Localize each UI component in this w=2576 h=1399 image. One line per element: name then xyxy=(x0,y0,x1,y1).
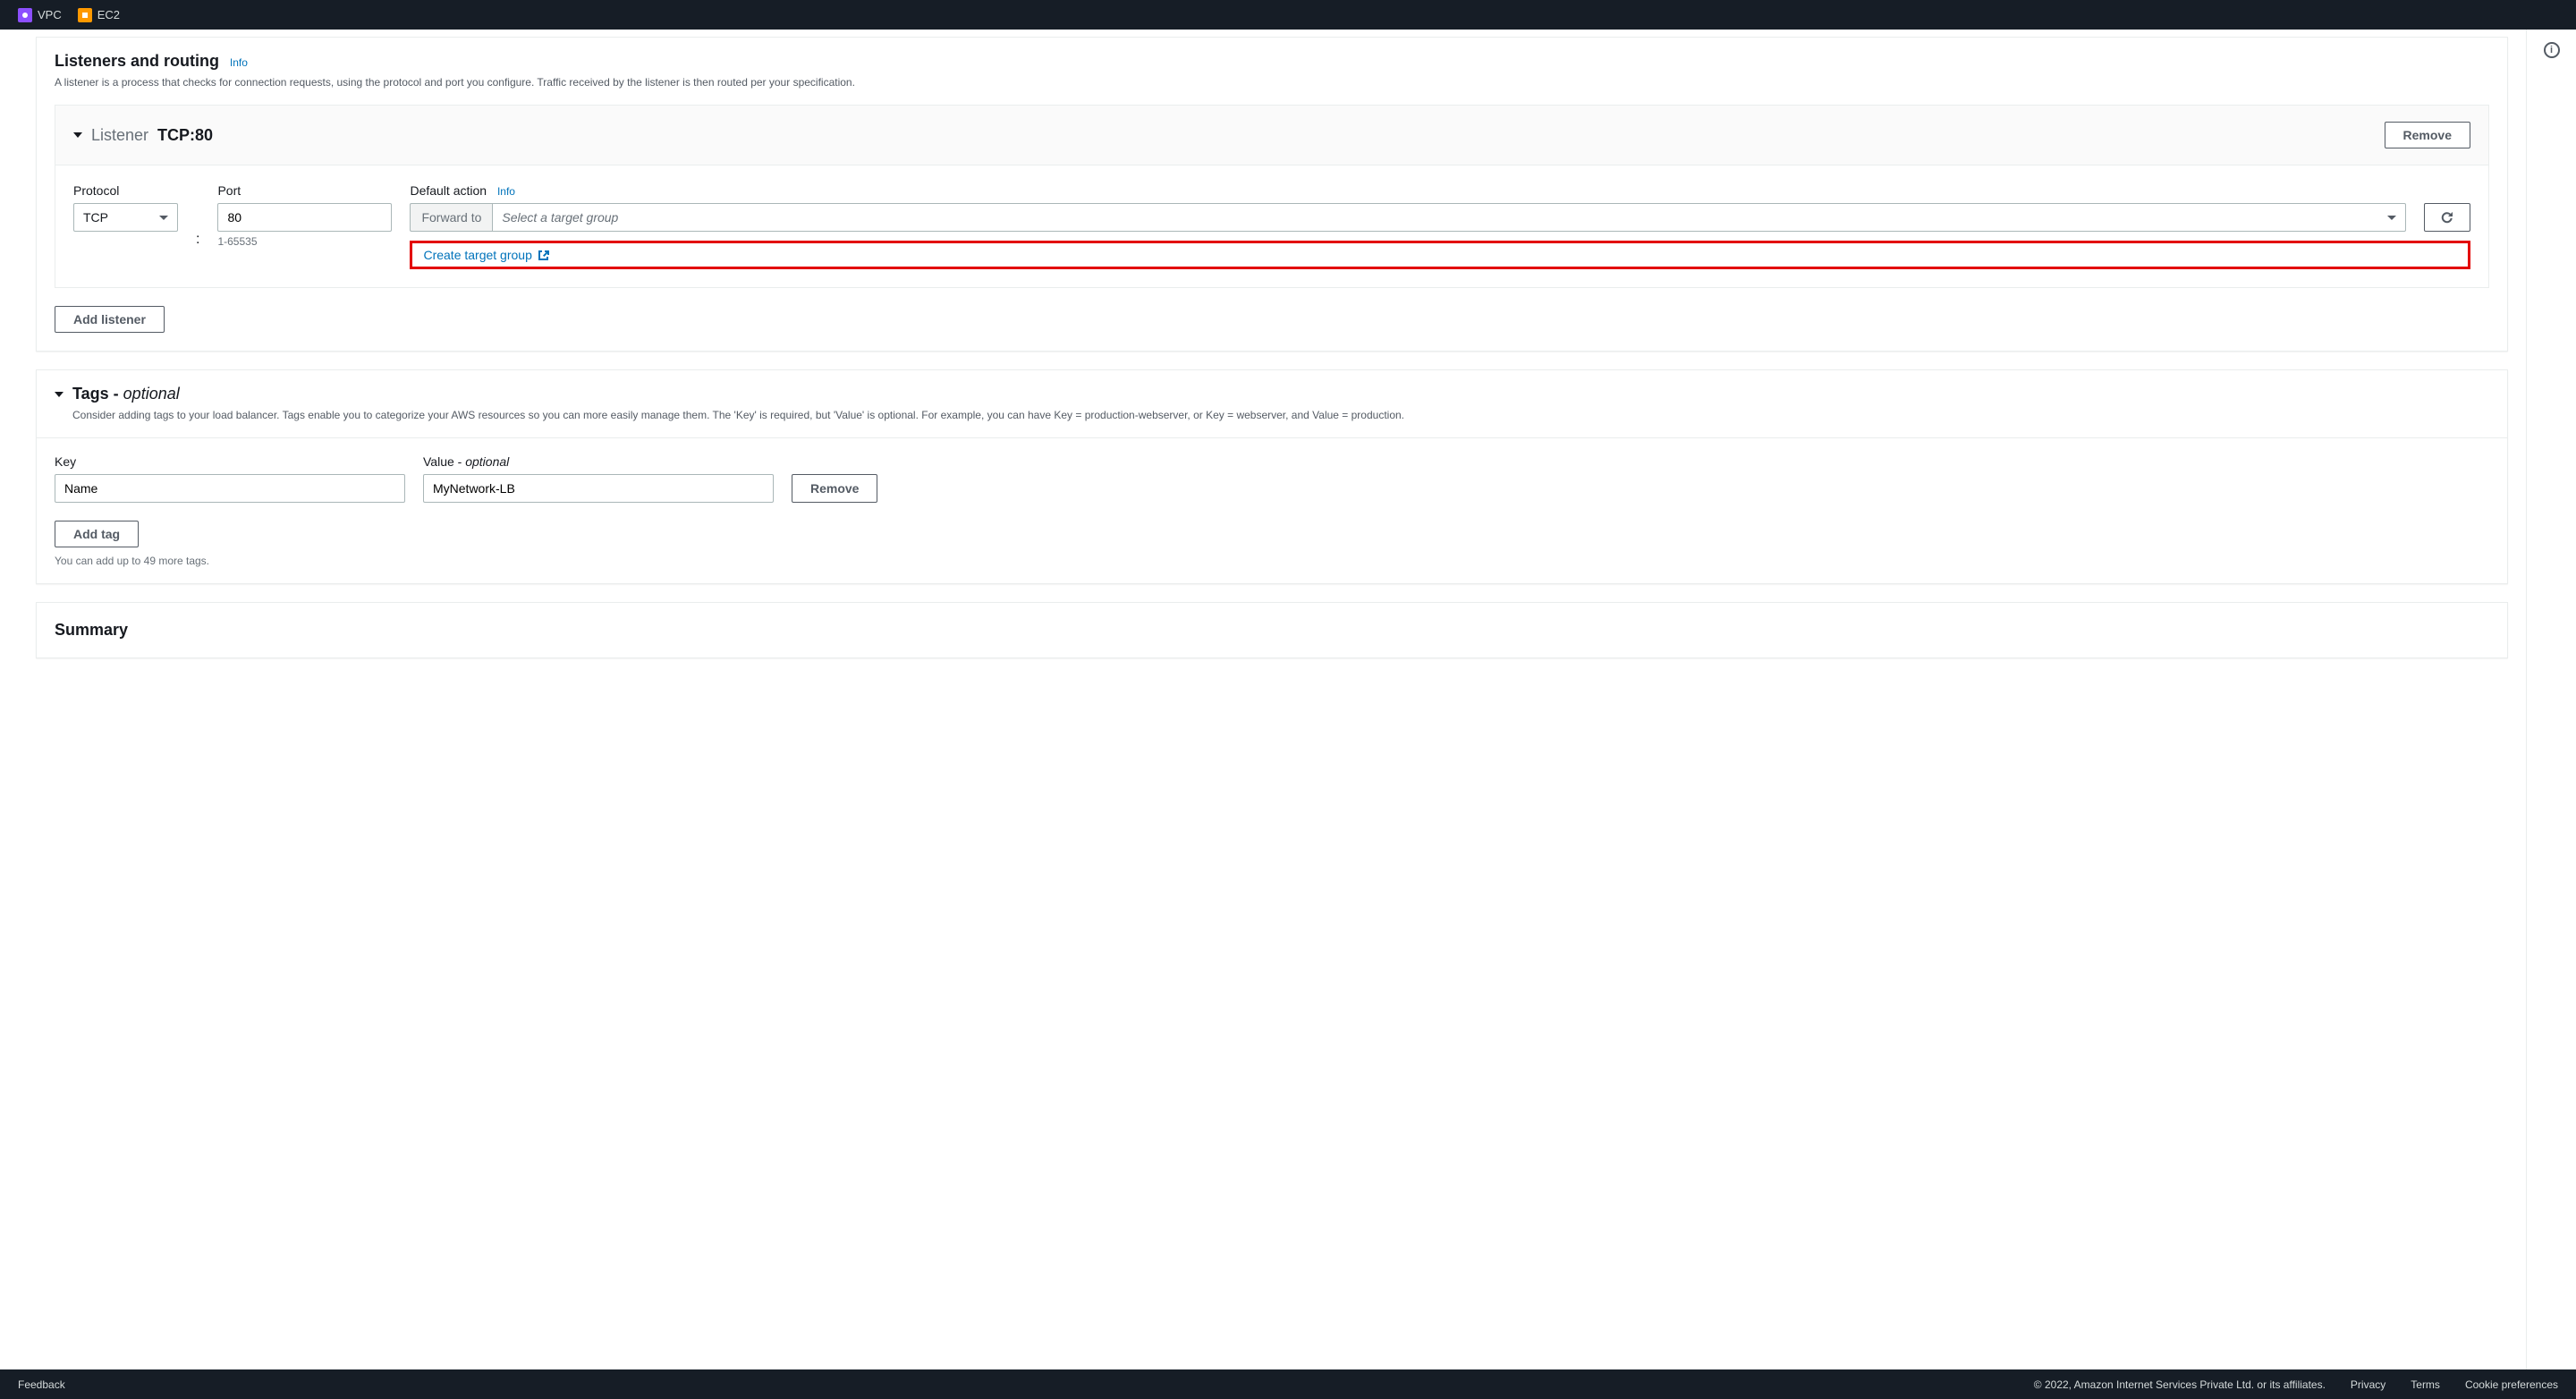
ec2-icon xyxy=(78,8,92,22)
action-label: Default action xyxy=(410,183,487,198)
vpc-icon xyxy=(18,8,32,22)
privacy-link[interactable]: Privacy xyxy=(2351,1378,2385,1391)
tag-value-input[interactable] xyxy=(423,474,774,503)
nav-ec2[interactable]: EC2 xyxy=(78,8,120,22)
action-info-link[interactable]: Info xyxy=(497,185,515,198)
listeners-desc: A listener is a process that checks for … xyxy=(55,74,2489,90)
listener-value: TCP:80 xyxy=(157,126,213,145)
feedback-link[interactable]: Feedback xyxy=(18,1378,65,1391)
summary-title: Summary xyxy=(55,621,128,639)
tag-value-label: Value - xyxy=(423,454,465,469)
tags-optional: optional xyxy=(123,385,180,403)
create-target-group-link[interactable]: Create target group xyxy=(423,248,531,262)
right-rail: i xyxy=(2526,30,2576,1369)
listener-box: Listener TCP:80 Remove Protocol TCP : Po… xyxy=(55,105,2489,288)
listeners-info-link[interactable]: Info xyxy=(230,56,248,69)
listeners-panel: Listeners and routing Info A listener is… xyxy=(36,37,2508,352)
refresh-button[interactable] xyxy=(2424,203,2470,232)
protocol-label: Protocol xyxy=(73,183,178,198)
listener-label: Listener xyxy=(91,126,148,145)
listener-remove-button[interactable]: Remove xyxy=(2385,122,2470,148)
summary-panel: Summary xyxy=(36,602,2508,658)
nav-vpc-label: VPC xyxy=(38,8,62,21)
protocol-select[interactable]: TCP xyxy=(73,203,178,232)
listeners-title: Listeners and routing xyxy=(55,52,219,70)
create-target-group-highlight: Create target group xyxy=(410,241,2470,269)
nav-ec2-label: EC2 xyxy=(97,8,120,21)
add-tag-button[interactable]: Add tag xyxy=(55,521,139,547)
main-content: Listeners and routing Info A listener is… xyxy=(0,30,2526,1369)
tag-key-label: Key xyxy=(55,454,405,469)
add-listener-button[interactable]: Add listener xyxy=(55,306,165,333)
tag-key-input[interactable] xyxy=(55,474,405,503)
tags-desc: Consider adding tags to your load balanc… xyxy=(72,407,1404,423)
port-hint: 1-65535 xyxy=(217,235,392,248)
tags-caret-icon[interactable] xyxy=(55,392,64,397)
target-group-placeholder: Select a target group xyxy=(502,210,618,225)
external-link-icon xyxy=(538,249,550,261)
tag-limit-hint: You can add up to 49 more tags. xyxy=(55,555,2489,567)
copyright-text: © 2022, Amazon Internet Services Private… xyxy=(2034,1378,2326,1391)
port-input[interactable] xyxy=(217,203,392,232)
tag-remove-button[interactable]: Remove xyxy=(792,474,877,503)
top-nav: VPC EC2 xyxy=(0,0,2576,30)
target-group-select[interactable]: Select a target group xyxy=(492,203,2406,232)
listener-caret-icon[interactable] xyxy=(73,132,82,138)
footer: Feedback © 2022, Amazon Internet Service… xyxy=(0,1369,2576,1399)
tags-panel: Tags - optional Consider adding tags to … xyxy=(36,369,2508,584)
colon-separator: : xyxy=(196,232,199,269)
cookies-link[interactable]: Cookie preferences xyxy=(2465,1378,2558,1391)
port-label: Port xyxy=(217,183,392,198)
tags-title: Tags - xyxy=(72,385,123,403)
terms-link[interactable]: Terms xyxy=(2411,1378,2440,1391)
refresh-icon xyxy=(2440,210,2454,225)
tag-value-optional: optional xyxy=(465,454,509,469)
nav-vpc[interactable]: VPC xyxy=(18,8,62,22)
forward-to-label: Forward to xyxy=(410,203,492,232)
protocol-value: TCP xyxy=(83,210,108,225)
info-icon[interactable]: i xyxy=(2544,42,2560,58)
